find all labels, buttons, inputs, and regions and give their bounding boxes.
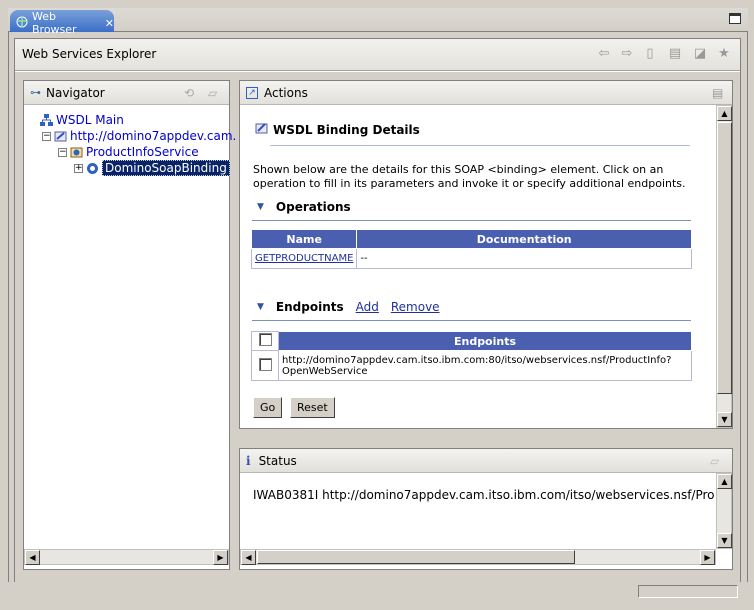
binding-icon	[86, 162, 99, 175]
reset-button[interactable]: Reset	[290, 397, 335, 418]
tree-label: http://domino7appdev.cam.	[70, 129, 237, 143]
select-all-checkbox[interactable]	[258, 333, 272, 346]
table-header-row: Endpoints	[251, 331, 692, 351]
endpoint-cell: http://domino7appdev.cam.itso.ibm.com:80…	[278, 350, 692, 381]
status-title: Status	[258, 453, 297, 468]
endpoints-divider	[252, 320, 691, 321]
close-icon[interactable]: ✕	[105, 17, 114, 30]
description-line-1: Shown below are the details for this SOA…	[253, 163, 664, 176]
maximize-icon[interactable]	[729, 13, 741, 24]
forward-arrow-icon[interactable]: ⇨	[619, 46, 635, 62]
navigator-title: Navigator	[46, 85, 105, 100]
explorer-title: Web Services Explorer	[22, 47, 157, 61]
operation-doc: --	[356, 248, 692, 269]
collapse-icon[interactable]: −	[42, 131, 51, 141]
navigator-icon: ⊶	[30, 86, 41, 99]
back-arrow-icon[interactable]: ⇦	[596, 46, 612, 62]
operation-name-link[interactable]: GETPRODUCTNAME	[255, 253, 353, 264]
globe-icon	[16, 16, 28, 31]
table-row: http://domino7appdev.cam.itso.ibm.com:80…	[251, 350, 692, 381]
favorites-icon[interactable]: ▤	[667, 46, 683, 62]
actions-title: Actions	[264, 85, 308, 100]
endpoints-table: Endpoints http://domino7appdev.cam.itso.…	[251, 331, 692, 381]
scroll-right-icon[interactable]: ▶	[700, 550, 715, 565]
status-bar-field	[638, 585, 738, 598]
tree-label-selected: DominoSoapBinding	[102, 160, 230, 176]
collapse-icon[interactable]: −	[58, 147, 67, 157]
wsdl-document-icon	[54, 130, 67, 143]
column-header: Documentation	[356, 229, 692, 249]
navigator-header: ⊶ Navigator ⟲ ▱	[24, 81, 229, 105]
star-icon[interactable]: ★	[716, 46, 732, 62]
scroll-thumb[interactable]	[257, 550, 575, 564]
endpoints-title: Endpoints	[275, 300, 344, 314]
tree-item-wsdl-main[interactable]: WSDL Main	[40, 112, 124, 128]
operations-title: Operations	[275, 200, 351, 214]
tab-label: Web Browser	[32, 10, 77, 36]
actions-header: ↗ Actions ▤	[240, 81, 732, 105]
binding-heading: WSDL Binding Details	[255, 121, 420, 138]
endpoints-section-header: ▼ Endpoints Add Remove	[257, 300, 440, 314]
table-header-row: Name Documentation	[250, 229, 692, 249]
tree-item-binding[interactable]: + DominoSoapBinding	[74, 160, 230, 176]
status-vscrollbar[interactable]: ▲ ▼	[716, 473, 732, 549]
wsdl-main-icon	[40, 113, 53, 127]
info-icon: i	[246, 453, 251, 468]
description-line-2: operation to fill in its parameters and …	[253, 177, 686, 190]
status-hscrollbar[interactable]: ◀ ▶	[240, 549, 716, 565]
operation-link[interactable]: GETPRODUCTNAME	[250, 248, 358, 269]
scroll-left-icon[interactable]: ◀	[241, 550, 256, 565]
endpoint-url-line-1: http://domino7appdev.cam.itso.ibm.com:80…	[282, 354, 672, 366]
clear-status-icon[interactable]: ▱	[710, 454, 719, 468]
history-icon[interactable]: ▯	[642, 46, 658, 62]
actions-vscrollbar[interactable]: ▲ ▼	[716, 105, 732, 428]
clear-icon[interactable]: ▱	[208, 86, 217, 100]
twisty-down-icon[interactable]: ▼	[257, 302, 264, 312]
expand-icon[interactable]: +	[74, 163, 83, 173]
service-icon	[70, 146, 83, 159]
scroll-thumb[interactable]	[717, 122, 732, 394]
page-title: WSDL Binding Details	[273, 122, 420, 137]
scroll-left-icon[interactable]: ◀	[25, 550, 40, 565]
window-status-bar	[8, 582, 748, 600]
add-endpoint-link[interactable]: Add	[356, 300, 379, 314]
operations-section-header[interactable]: ▼ Operations	[257, 200, 351, 214]
table-row: GETPRODUCTNAME --	[250, 248, 692, 269]
tree-item-wsdl-url[interactable]: − http://domino7appdev.cam.	[42, 128, 236, 144]
binding-description: Shown below are the details for this SOA…	[253, 163, 693, 191]
twisty-down-icon[interactable]: ▼	[257, 202, 264, 212]
tab-web-browser[interactable]: Web Browser ✕	[10, 10, 114, 36]
scroll-up-icon[interactable]: ▲	[717, 106, 732, 121]
operations-table: Name Documentation GETPRODUCTNAME --	[250, 229, 692, 269]
column-header: Name	[250, 229, 358, 249]
row-checkbox[interactable]	[258, 357, 272, 371]
add-favorite-icon[interactable]: ◪	[692, 46, 708, 62]
tree-item-service[interactable]: − ProductInfoService	[58, 144, 199, 160]
remove-endpoint-link[interactable]: Remove	[391, 300, 440, 314]
actions-icon: ↗	[246, 86, 258, 99]
scroll-up-icon[interactable]: ▲	[717, 474, 732, 489]
navigator-hscrollbar[interactable]: ◀ ▶	[24, 549, 229, 565]
endpoint-url-line-2: OpenWebService	[282, 365, 368, 377]
tree-label: ProductInfoService	[86, 145, 199, 159]
tree-label: WSDL Main	[56, 113, 124, 127]
operations-divider	[252, 220, 691, 221]
status-header: i Status ▱	[240, 449, 732, 473]
row-select-cell	[251, 350, 279, 381]
go-button[interactable]: Go	[253, 397, 283, 418]
editor-tab-bar	[8, 8, 748, 32]
select-all-cell	[251, 331, 279, 351]
print-icon[interactable]: ▤	[712, 86, 723, 100]
scroll-down-icon[interactable]: ▼	[717, 533, 732, 548]
status-message: IWAB0381I http://domino7appdev.cam.itso.…	[253, 488, 714, 502]
wsdl-binding-icon	[255, 121, 269, 138]
scroll-down-icon[interactable]: ▼	[717, 412, 732, 427]
column-header: Endpoints	[278, 331, 692, 351]
scroll-right-icon[interactable]: ▶	[213, 550, 228, 565]
refresh-icon[interactable]: ⟲	[184, 86, 194, 100]
heading-divider	[270, 145, 690, 146]
